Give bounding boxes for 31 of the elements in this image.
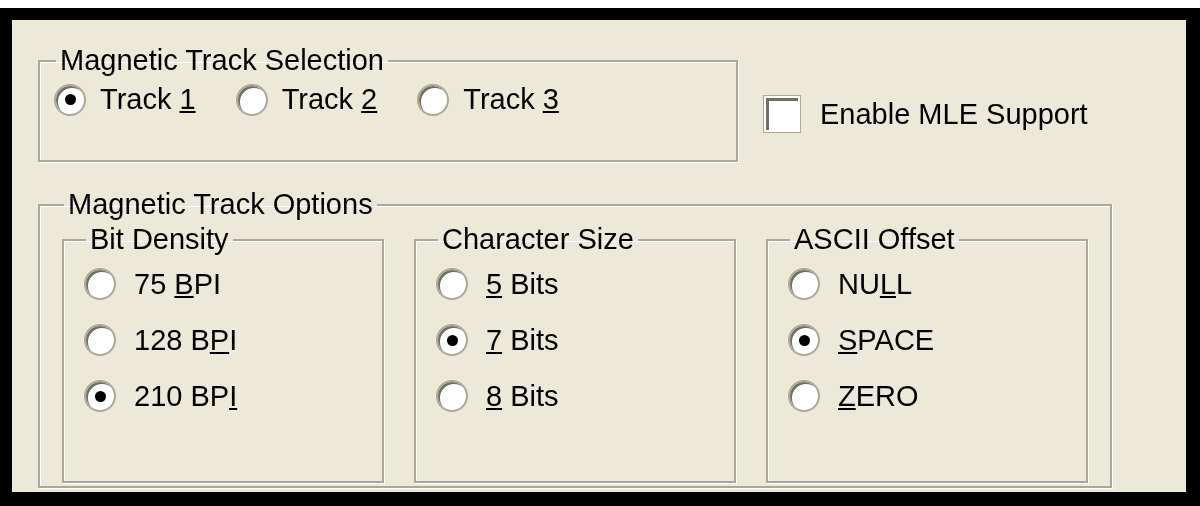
mle-support-checkbox-option[interactable]: Enable MLE Support	[764, 96, 1088, 132]
radio-button[interactable]	[54, 83, 86, 116]
radio-button[interactable]	[417, 83, 450, 116]
radio-button[interactable]	[436, 324, 468, 356]
radio-option[interactable]: 75 BPI	[84, 256, 362, 312]
radio-option[interactable]: NULL	[788, 256, 1066, 312]
group-title: Magnetic Track Selection	[59, 44, 385, 77]
radio-button[interactable]	[788, 268, 820, 300]
radio-button[interactable]	[84, 268, 116, 300]
radio-button[interactable]	[436, 268, 468, 300]
radio-button[interactable]	[235, 83, 268, 116]
radio-option[interactable]: ZERO	[788, 368, 1066, 424]
radio-button[interactable]	[436, 380, 468, 412]
radio-option[interactable]: Track 2	[235, 83, 378, 116]
radio-option[interactable]: 5 Bits	[436, 256, 714, 312]
group-title: Bit Density	[89, 223, 230, 256]
radio-button[interactable]	[788, 324, 820, 356]
radio-option[interactable]: Track 1	[54, 83, 196, 116]
group-title: ASCII Offset	[793, 223, 956, 256]
radio-button[interactable]	[84, 380, 116, 412]
radio-button[interactable]	[84, 324, 116, 356]
group-title: Character Size	[441, 223, 635, 256]
radio-option[interactable]: 210 BPI	[84, 368, 362, 424]
group-title: Magnetic Track Options	[67, 188, 374, 221]
radio-option[interactable]: SPACE	[788, 312, 1066, 368]
radio-option[interactable]: 8 Bits	[436, 368, 714, 424]
checkbox[interactable]	[764, 96, 800, 132]
radio-button[interactable]	[788, 380, 820, 412]
radio-option[interactable]: 7 Bits	[436, 312, 714, 368]
radio-option[interactable]: Track 3	[417, 83, 559, 116]
radio-option[interactable]: 128 BPI	[84, 312, 362, 368]
